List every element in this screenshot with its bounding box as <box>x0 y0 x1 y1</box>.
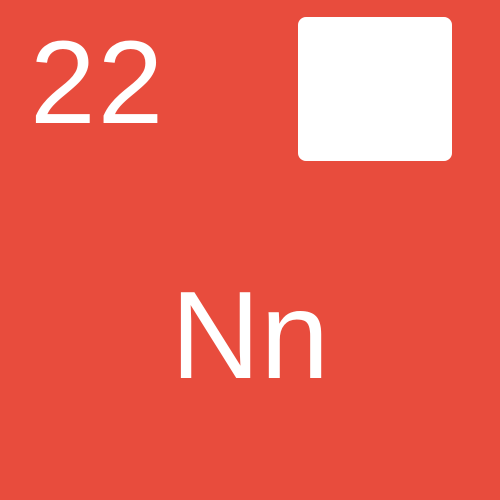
element-number: 22 <box>30 17 166 149</box>
element-tile: 22 Nn <box>0 0 500 500</box>
white-square <box>298 17 452 161</box>
element-symbol: Nn <box>170 267 330 405</box>
